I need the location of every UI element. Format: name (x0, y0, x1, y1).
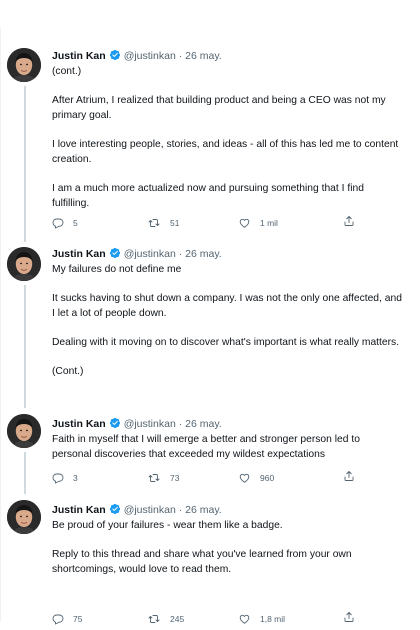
tweet-header: Justin Kan @justinkan · 26 may. (52, 246, 222, 262)
tweet-text: My failures do not define me It sucks ha… (52, 262, 402, 393)
tweet-paragraph: It sucks having to shut down a company. … (52, 293, 402, 319)
avatar[interactable] (7, 414, 41, 448)
tweet-3[interactable]: Justin Kan @justinkan · 26 may. Faith in … (1, 408, 412, 494)
avatar[interactable] (7, 500, 41, 534)
share-button[interactable] (343, 470, 364, 482)
reply-count: 75 (73, 614, 83, 624)
like-icon (238, 472, 260, 484)
like-count: 960 (260, 473, 275, 483)
retweet-button[interactable]: 245 (147, 611, 184, 627)
retweet-count: 51 (170, 218, 180, 228)
tweet-date[interactable]: 26 may. (185, 50, 222, 62)
thread-container: Justin Kan @justinkan · 26 may. (cont.) A… (0, 28, 412, 622)
author-handle[interactable]: @justinkan (124, 50, 176, 62)
retweet-icon (147, 217, 170, 229)
author-name[interactable]: Justin Kan (52, 418, 106, 430)
tweet-paragraph: Be proud of your failures - wear them li… (52, 520, 283, 531)
tweet-header: Justin Kan @justinkan · 26 may. (52, 416, 222, 432)
share-button[interactable] (343, 611, 364, 623)
tweet-2[interactable]: Justin Kan @justinkan · 26 may. My failur… (1, 242, 412, 408)
tweet-paragraph: After Atrium, I realized that building p… (52, 95, 386, 121)
separator-dot: · (178, 504, 183, 516)
tweet-paragraph: Reply to this thread and share what you'… (52, 549, 352, 575)
avatar[interactable] (7, 48, 41, 82)
retweet-icon (147, 472, 170, 484)
tweet-paragraph: (cont.) (52, 66, 82, 77)
tweet-actions: 3 73 960 (52, 470, 372, 486)
reply-icon (52, 217, 73, 229)
thread-line (24, 86, 26, 242)
retweet-count: 73 (170, 473, 180, 483)
avatar[interactable] (7, 247, 41, 281)
reply-count: 3 (73, 473, 78, 483)
separator-dot: · (178, 50, 183, 62)
tweet-paragraph: My failures do not define me (52, 264, 182, 275)
tweet-4[interactable]: Justin Kan @justinkan · 26 may. Be proud … (1, 494, 412, 622)
retweet-button[interactable]: 73 (147, 470, 179, 486)
like-button[interactable]: 1,8 mil (238, 611, 285, 627)
like-count: 1,8 mil (260, 614, 286, 624)
thread-line (24, 285, 26, 408)
tweet-text: (cont.) After Atrium, I realized that bu… (52, 64, 402, 225)
separator-dot: · (178, 248, 183, 260)
tweet-paragraph: I love interesting people, stories, and … (52, 139, 399, 165)
reply-button[interactable]: 5 (52, 215, 78, 231)
share-icon (343, 215, 364, 227)
retweet-button[interactable]: 51 (147, 215, 179, 231)
share-button[interactable] (343, 215, 364, 227)
like-button[interactable]: 960 (238, 470, 274, 486)
author-handle[interactable]: @justinkan (124, 418, 176, 430)
tweet-actions: 5 51 1 mil (52, 215, 372, 231)
tweet-actions: 75 245 1,8 mil (52, 611, 372, 627)
author-name[interactable]: Justin Kan (52, 504, 106, 516)
share-icon (343, 470, 364, 482)
tweet-1[interactable]: Justin Kan @justinkan · 26 may. (cont.) A… (1, 28, 412, 242)
reply-icon (52, 472, 73, 484)
like-button[interactable]: 1 mil (238, 215, 278, 231)
like-icon (238, 613, 260, 625)
tweet-header: Justin Kan @justinkan · 26 may. (52, 48, 222, 64)
reply-button[interactable]: 75 (52, 611, 82, 627)
like-count: 1 mil (260, 218, 278, 228)
author-handle[interactable]: @justinkan (124, 248, 176, 260)
tweet-paragraph: I am a much more actualized now and purs… (52, 183, 364, 209)
thread-line (24, 452, 26, 494)
retweet-count: 245 (170, 614, 185, 624)
reply-icon (52, 613, 73, 625)
reply-count: 5 (73, 218, 78, 228)
tweet-date[interactable]: 26 may. (185, 418, 222, 430)
retweet-icon (147, 613, 170, 625)
like-icon (238, 217, 260, 229)
tweet-date[interactable]: 26 may. (185, 504, 222, 516)
tweet-date[interactable]: 26 may. (185, 248, 222, 260)
author-name[interactable]: Justin Kan (52, 248, 106, 260)
tweet-paragraph: (Cont.) (52, 366, 84, 377)
tweet-text: Be proud of your failures - wear them li… (52, 518, 402, 591)
separator-dot: · (178, 418, 183, 430)
reply-button[interactable]: 3 (52, 470, 78, 486)
tweet-header: Justin Kan @justinkan · 26 may. (52, 502, 222, 518)
share-icon (343, 611, 364, 623)
author-handle[interactable]: @justinkan (124, 504, 176, 516)
author-name[interactable]: Justin Kan (52, 50, 106, 62)
tweet-paragraph: Faith in myself that I will emerge a bet… (52, 434, 360, 460)
tweet-paragraph: Dealing with it moving on to discover wh… (52, 337, 400, 348)
